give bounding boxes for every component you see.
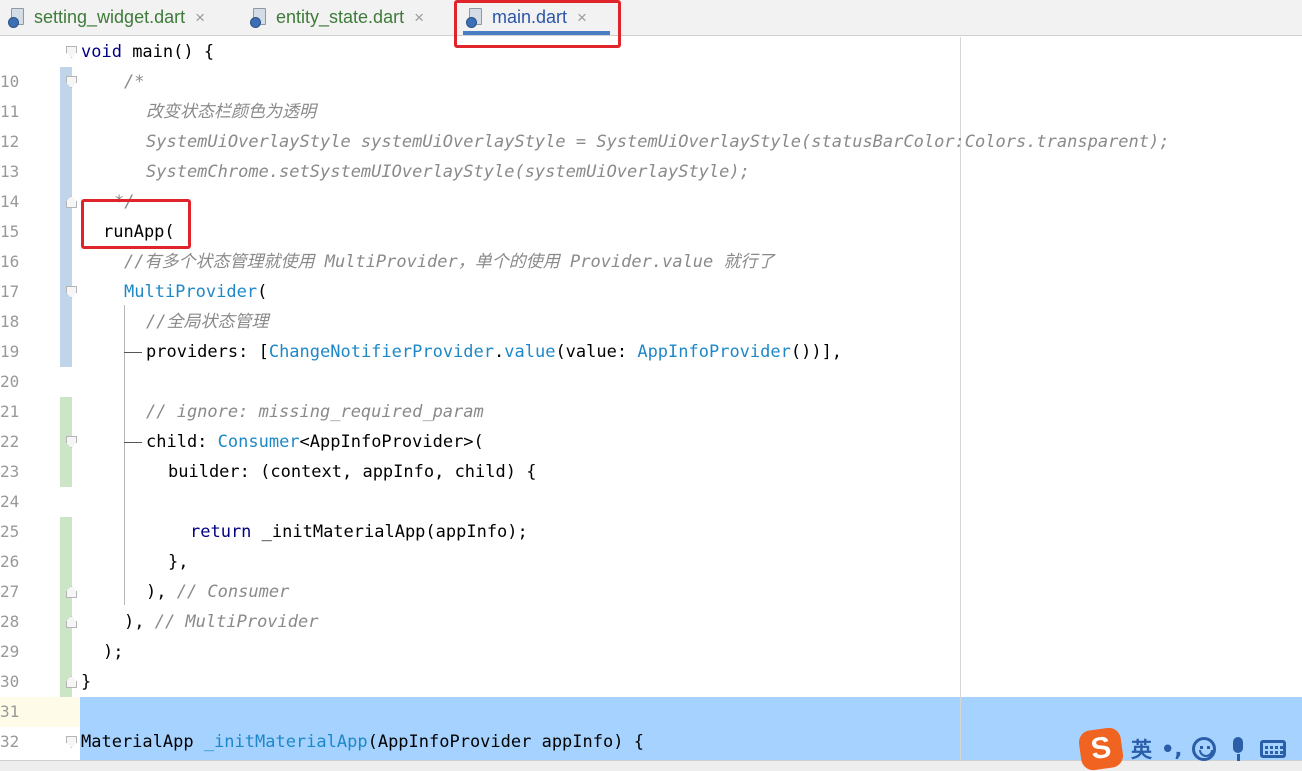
code-line: 14 SystemChrome.setSystemUIOverlayStyle(… (0, 157, 1302, 211)
code-editor[interactable]: 10 void main() { 11 /* 12 改变状态栏颜色为透明 13 … (0, 37, 1302, 760)
tab-label: setting_widget.dart (34, 7, 186, 27)
code-line: 26 return _initMaterialApp(appInfo); (0, 517, 1302, 571)
code-line: 31 } (0, 667, 1302, 721)
code-method: value (504, 342, 556, 362)
code-class: AppInfoProvider (637, 342, 791, 362)
code-text: }, (168, 552, 189, 572)
code-text: void main() { (81, 37, 214, 67)
fold-icon[interactable] (66, 736, 77, 748)
code-text: providers: [ChangeNotifierProvider.value… (146, 337, 842, 367)
active-tab-indicator (463, 31, 610, 35)
code-line: 16 runApp( (0, 217, 1302, 271)
code-line: 19 //全局状态管理 (0, 307, 1302, 361)
code-token: main() { (121, 42, 215, 62)
close-icon[interactable]: × (414, 8, 424, 28)
code-line: 11 /* (0, 67, 1302, 121)
fold-icon[interactable] (66, 76, 77, 88)
code-token: . (494, 342, 505, 362)
editor-tab-bar: setting_widget.dart × entity_state.dart … (0, 0, 1302, 36)
code-text: MultiProvider( (124, 277, 267, 307)
code-comment: //全局状态管理 (146, 312, 269, 332)
code-comment: // Consumer (176, 582, 290, 602)
code-comment: //有多个状态管理就使用 MultiProvider，单个的使用 Provide… (124, 252, 775, 272)
fold-icon[interactable] (66, 586, 77, 598)
code-line: 28 ), // Consumer (0, 577, 1302, 631)
code-token: (AppInfoProvider appInfo) { (367, 732, 644, 752)
code-line: 23 child: Consumer<AppInfoProvider>( (0, 427, 1302, 481)
code-keyword: return (190, 522, 252, 542)
code-text: child: Consumer<AppInfoProvider>( (146, 427, 484, 457)
code-line: 13 SystemUiOverlayStyle systemUiOverlayS… (0, 127, 1302, 181)
code-token: _initMaterialApp(appInfo); (251, 522, 528, 542)
code-line: 30 ); (0, 637, 1302, 691)
code-text: ); (103, 642, 124, 662)
code-token: MaterialApp (81, 732, 204, 752)
code-text: runApp( (103, 222, 175, 242)
code-keyword: void (81, 42, 122, 62)
code-line: 10 void main() { (0, 37, 1302, 91)
fold-icon[interactable] (66, 436, 77, 448)
code-class: ChangeNotifierProvider (268, 342, 494, 362)
tab-label: entity_state.dart (276, 7, 405, 27)
code-text: builder: (context, appInfo, child) { (168, 462, 537, 482)
fold-icon[interactable] (66, 286, 77, 298)
code-comment: SystemUiOverlayStyle systemUiOverlayStyl… (146, 132, 1170, 152)
ime-language-toggle[interactable]: 英 (1131, 734, 1152, 764)
fold-icon[interactable] (66, 616, 77, 628)
tab-setting-widget[interactable]: setting_widget.dart × (8, 0, 205, 35)
code-line: 29 ), // MultiProvider (0, 607, 1302, 661)
keyboard-icon[interactable] (1260, 740, 1287, 758)
code-token: <AppInfoProvider>( (299, 432, 484, 452)
code-text: } (81, 672, 92, 692)
code-token: (value: (555, 342, 638, 362)
code-comment: /* (124, 72, 145, 92)
fold-icon[interactable] (66, 196, 77, 208)
code-token: providers: [ (146, 342, 269, 362)
dart-file-icon (250, 7, 270, 29)
fold-icon[interactable] (66, 676, 77, 688)
code-comment: SystemChrome.setSystemUIOverlayStyle(sys… (146, 162, 750, 182)
code-class: MultiProvider (124, 282, 258, 302)
code-token: child: (146, 432, 218, 452)
code-line: 22 // ignore: missing_required_param (0, 397, 1302, 451)
ime-toolbar[interactable]: S 英 •, (1077, 726, 1302, 771)
code-token: ( (257, 282, 268, 302)
code-line: 27 }, (0, 547, 1302, 601)
dart-file-icon (8, 7, 28, 29)
code-text: ), // MultiProvider (124, 607, 318, 637)
code-line: 15 */ (0, 187, 1302, 241)
code-line: 24 builder: (context, appInfo, child) { (0, 457, 1302, 511)
close-icon[interactable]: × (195, 8, 205, 28)
dart-file-icon (466, 7, 486, 29)
code-text: ), // Consumer (146, 577, 289, 607)
code-token: ), (124, 612, 155, 632)
code-function: _initMaterialApp (203, 732, 368, 752)
code-comment: // MultiProvider (154, 612, 319, 632)
code-line: 21 (0, 367, 1302, 421)
code-line: 12 改变状态栏颜色为透明 (0, 97, 1302, 151)
code-comment: // ignore: missing_required_param (146, 402, 484, 422)
fold-icon[interactable] (66, 46, 77, 58)
emoji-icon[interactable] (1192, 737, 1217, 761)
code-line: 17 //有多个状态管理就使用 MultiProvider，单个的使用 Prov… (0, 247, 1302, 301)
code-comment: */ (114, 192, 135, 212)
ime-logo-icon[interactable]: S (1077, 726, 1125, 771)
code-token: ())], (790, 342, 843, 362)
code-line: 20 providers: [ChangeNotifierProvider.va… (0, 337, 1302, 391)
code-line: 32 (0, 697, 1302, 751)
ime-punctuation-toggle[interactable]: •, (1161, 737, 1182, 761)
microphone-icon[interactable] (1226, 737, 1250, 761)
code-text: MaterialApp _initMaterialApp(AppInfoProv… (81, 727, 644, 757)
code-line: 25 (0, 487, 1302, 541)
code-token: ), (146, 582, 177, 602)
tab-entity-state[interactable]: entity_state.dart × (250, 0, 424, 35)
code-line: 18 MultiProvider( (0, 277, 1302, 331)
code-text: return _initMaterialApp(appInfo); (190, 517, 528, 547)
code-class: Consumer (217, 432, 300, 452)
code-comment: 改变状态栏颜色为透明 (146, 102, 316, 122)
tab-label: main.dart (492, 7, 568, 27)
close-icon[interactable]: × (577, 8, 587, 28)
tab-main-dart[interactable]: main.dart × (466, 0, 587, 35)
